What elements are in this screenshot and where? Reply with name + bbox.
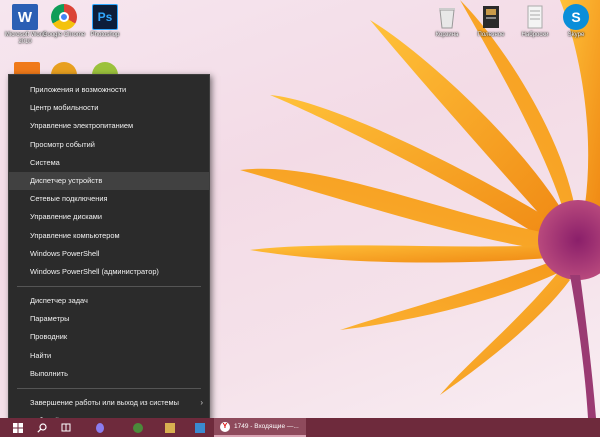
menu-item-computer-management[interactable]: Управление компьютером [9,227,209,245]
taskbar-app-label: 1749 - Входящие —... [234,423,299,430]
menu-item-network-connections[interactable]: Сетевые подключения [9,190,209,208]
menu-item-explorer[interactable]: Проводник [9,328,209,346]
folder-icon [478,4,504,30]
desktop-icon-label: Google Chrome [42,32,86,38]
menu-separator [17,286,201,288]
menu-item-settings[interactable]: Параметры [9,310,209,328]
desktop-icon-notepad[interactable]: Наброски [512,4,558,39]
taskbar-app-button[interactable] [192,418,208,437]
menu-item-run[interactable]: Выполнить [9,365,209,383]
menu-separator [17,388,201,389]
menu-item-powershell[interactable]: Windows PowerShell [9,245,209,263]
menu-item-label: Завершение работы или выход из системы [30,398,179,407]
menu-item-device-manager[interactable]: Диспетчер устройств [9,171,209,191]
menu-item-event-viewer[interactable]: Просмотр событий [9,136,209,154]
desktop-icon-label: Корзина [435,32,459,38]
menu-item-shutdown-signout[interactable]: Завершение работы или выход из системы › [9,394,209,412]
task-view-button[interactable] [58,418,74,437]
recycle-bin-icon [434,4,460,30]
start-button[interactable] [8,418,28,437]
desktop-icon-photoshop[interactable]: Ps Photoshop [82,4,128,39]
taskbar-active-app[interactable]: Y 1749 - Входящие —... [214,418,306,437]
desktop-icon-folder[interactable]: Полезное [468,4,514,39]
app-icon [195,422,205,433]
desktop-icon-label: Photoshop [90,32,120,38]
menu-item-disk-management[interactable]: Управление дисками [9,208,209,226]
menu-item-task-manager[interactable]: Диспетчер задач [9,292,209,310]
word-icon: W [12,4,38,30]
cortana-button[interactable] [92,418,108,437]
desktop-icon-label: Полезное [477,32,505,38]
search-icon [37,422,47,433]
notepad-icon [522,4,548,30]
search-button[interactable] [34,418,50,437]
app-icon [165,422,175,433]
desktop-icon-label: Skype [567,32,585,38]
taskbar-app-button[interactable] [162,418,178,437]
app-icon [133,422,143,433]
photoshop-icon: Ps [92,4,118,30]
taskbar-app-button[interactable] [130,418,146,437]
desktop-icon-recycle-bin[interactable]: Корзина [424,4,470,39]
winx-context-menu: Приложения и возможности Центр мобильнос… [8,74,210,425]
taskbar: Y 1749 - Входящие —... [0,418,600,437]
menu-item-powershell-admin[interactable]: Windows PowerShell (администратор) [9,263,209,281]
yandex-browser-icon: Y [220,421,230,432]
menu-item-power-options[interactable]: Управление электропитанием [9,117,209,135]
chrome-icon [51,4,77,30]
menu-item-apps-features[interactable]: Приложения и возможности [9,81,209,99]
task-view-icon [61,423,71,432]
skype-icon: S [563,4,589,30]
menu-item-system[interactable]: Система [9,154,209,172]
menu-item-search[interactable]: Найти [9,347,209,365]
menu-item-mobility-center[interactable]: Центр мобильности [9,99,209,117]
cortana-icon [96,422,104,433]
chevron-right-icon: › [200,398,203,407]
desktop-icon-label: Наброски [521,32,549,38]
desktop-icon-chrome[interactable]: Google Chrome [41,4,87,39]
desktop-icon-skype[interactable]: S Skype [553,4,599,39]
windows-logo-icon [13,422,23,433]
